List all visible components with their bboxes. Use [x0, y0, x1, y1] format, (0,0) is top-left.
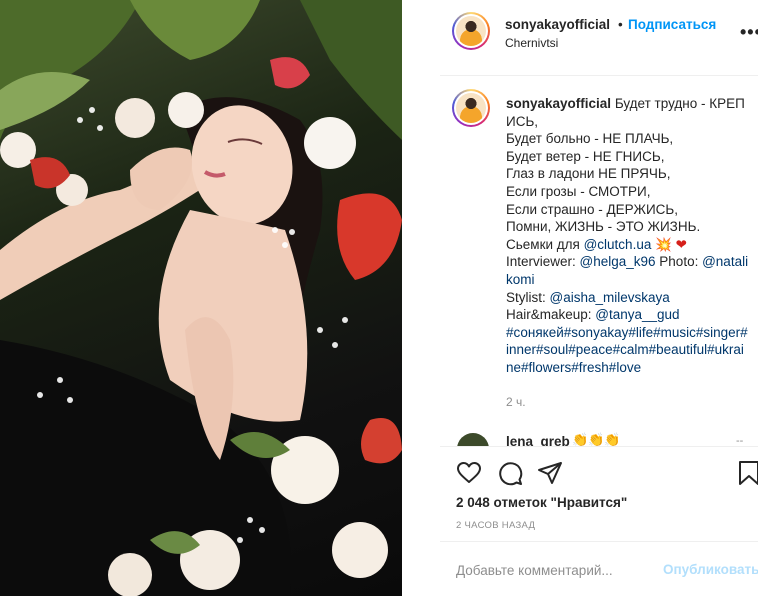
caption-hair-line: Hair&makeup: @tanya__gud: [506, 307, 680, 323]
separator-dot: •: [618, 17, 623, 32]
post-header: sonyakayofficial • Подписаться Chernivts…: [440, 0, 758, 76]
caption-line: Если страшно - ДЕРЖИСЬ,: [506, 201, 679, 217]
caption-author-avatar[interactable]: [452, 89, 490, 127]
caption-line: Будет больно - НЕ ПЛАЧЬ,: [506, 131, 674, 147]
more-options-icon[interactable]: •••: [740, 22, 758, 43]
follow-button[interactable]: Подписаться: [628, 17, 716, 32]
publish-button[interactable]: Опубликовать: [663, 562, 758, 577]
mention-link[interactable]: @helga_k96: [580, 254, 656, 269]
caption-stylist-line: Stylist: @aisha_milevskaya: [506, 289, 670, 305]
post-side-panel: sonyakayofficial • Подписаться Chernivts…: [440, 0, 758, 596]
caption-section: sonyakayofficial Будет трудно - КРЕПИСЬ,…: [440, 77, 758, 445]
comment-input[interactable]: [456, 555, 646, 585]
caption-line: Если грозы - СМОТРИ,: [506, 183, 651, 199]
likes-count[interactable]: 2 048 отметок "Нравится": [456, 495, 627, 510]
mention-link[interactable]: @clutch.ua: [584, 237, 652, 252]
mention-link[interactable]: @tanya__gud: [595, 307, 679, 322]
post-caption: sonyakayofficial Будет трудно - КРЕПИСЬ,…: [506, 95, 750, 377]
avatar-image: [456, 93, 486, 123]
share-icon[interactable]: [537, 460, 563, 486]
post-location[interactable]: Chernivtsi: [505, 36, 558, 50]
photo-illustration: [0, 0, 402, 596]
caption-line: Глаз в ладони НЕ ПРЯЧЬ,: [506, 166, 671, 182]
caption-line: Будет ветер - НЕ ГНИСЬ,: [506, 148, 665, 164]
photo-gutter: [402, 0, 440, 596]
emoji: 💥 ❤: [651, 236, 687, 252]
post-photo[interactable]: [0, 0, 402, 596]
caption-shoot-line: Сьемки для @clutch.ua 💥 ❤: [506, 236, 687, 252]
author-username[interactable]: sonyakayofficial: [505, 17, 610, 32]
caption-credits-line: Interviewer: @helga_k96 Photo: @nataliko…: [506, 254, 749, 287]
caption-hashtags[interactable]: #сонякей#sonyakay#life#music#singer#inne…: [506, 324, 750, 377]
commenter-avatar[interactable]: [457, 433, 489, 447]
comment-text: 👏👏👏: [572, 432, 621, 447]
post-actions: 2 048 отметок "Нравится" 2 ЧАСОВ НАЗАД: [440, 446, 758, 541]
add-comment-bar: Опубликовать: [440, 541, 758, 596]
avatar-image: [456, 16, 486, 46]
heart-icon[interactable]: [456, 460, 482, 486]
comment-icon[interactable]: [497, 460, 523, 486]
comment-item: lena_greb 👏👏👏 --: [440, 431, 758, 447]
bookmark-icon[interactable]: [736, 460, 758, 486]
caption-username[interactable]: sonyakayofficial: [506, 96, 611, 111]
caption-line: Помни, ЖИЗНЬ - ЭТО ЖИЗНЬ.: [506, 219, 701, 235]
post-timestamp[interactable]: 2 ЧАСОВ НАЗАД: [456, 520, 535, 531]
caption-time-ago[interactable]: 2 ч.: [506, 395, 526, 409]
mention-link[interactable]: @aisha_milevskaya: [550, 290, 670, 305]
author-avatar[interactable]: [452, 12, 490, 50]
